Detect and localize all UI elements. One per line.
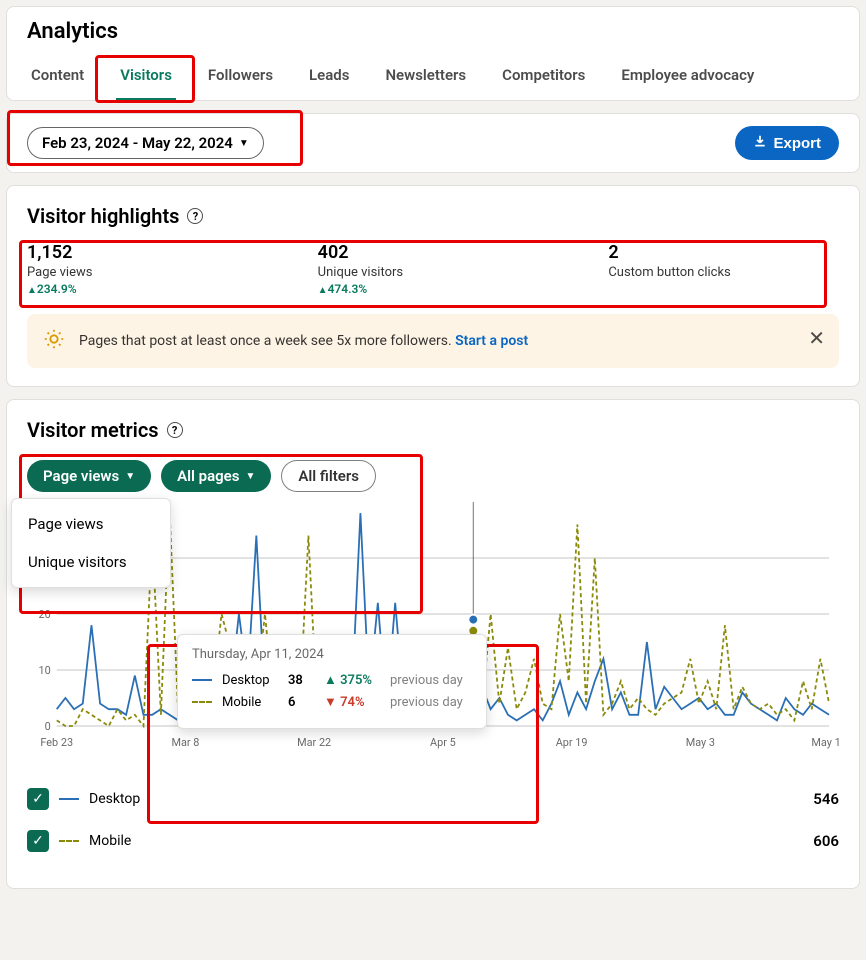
series-swatch-dashed [59, 840, 79, 842]
legend-checkbox-desktop[interactable]: ✓ [27, 788, 49, 810]
tab-followers[interactable]: Followers [204, 58, 277, 100]
analytics-header: Analytics Content Visitors Followers Lea… [6, 6, 860, 101]
legend-label: Desktop [89, 791, 140, 807]
svg-text:May 17: May 17 [811, 736, 839, 749]
lightbulb-icon [43, 328, 65, 354]
export-button[interactable]: Export [735, 126, 839, 160]
section-title: Visitor metrics ? [7, 400, 859, 450]
tab-employee-advocacy[interactable]: Employee advocacy [617, 58, 758, 100]
tab-leads[interactable]: Leads [305, 58, 353, 100]
tooltip-series: Desktop [222, 673, 282, 688]
notice-text: Pages that post at least once a week see… [79, 333, 528, 349]
visitor-highlights-card: Visitor highlights ? 1,152 Page views ▲2… [6, 185, 860, 387]
section-title-text: Visitor metrics [27, 418, 159, 442]
tooltip-row-desktop: Desktop 38 ▲ 375% previous day [192, 672, 472, 688]
page-title: Analytics [27, 19, 839, 44]
tab-competitors[interactable]: Competitors [498, 58, 589, 100]
tooltip-delta: ▲ 375% [324, 672, 384, 688]
tooltip-date: Thursday, Apr 11, 2024 [192, 647, 472, 662]
toolbar: Feb 23, 2024 - May 22, 2024 ▼ Export [6, 113, 860, 173]
svg-text:Feb 23: Feb 23 [40, 736, 73, 749]
download-icon [753, 134, 767, 152]
section-title: Visitor highlights ? [7, 186, 859, 236]
tooltip-value: 6 [288, 695, 318, 710]
series-swatch-solid [192, 679, 212, 681]
tab-newsletters[interactable]: Newsletters [381, 58, 470, 100]
tooltip-delta: ▼ 74% [324, 694, 384, 710]
svg-text:May 3: May 3 [686, 736, 715, 749]
help-icon[interactable]: ? [167, 422, 183, 438]
up-arrow-icon: ▲ [324, 673, 340, 688]
tooltip-row-mobile: Mobile 6 ▼ 74% previous day [192, 694, 472, 710]
down-arrow-icon: ▼ [324, 695, 340, 710]
metric-dropdown-popover: Page views Unique visitors [11, 498, 171, 588]
svg-text:10: 10 [39, 664, 51, 677]
legend-total: 606 [813, 832, 839, 850]
chart-tooltip: Thursday, Apr 11, 2024 Desktop 38 ▲ 375%… [177, 634, 487, 729]
notice-banner: Pages that post at least once a week see… [27, 314, 839, 368]
export-label: Export [773, 135, 821, 152]
legend-checkbox-mobile[interactable]: ✓ [27, 830, 49, 852]
annotation-box [95, 55, 195, 103]
legend-label: Mobile [89, 833, 131, 849]
tab-content[interactable]: Content [27, 58, 88, 100]
series-swatch-dashed [192, 701, 212, 703]
annotation-box [19, 240, 827, 308]
tooltip-value: 38 [288, 673, 318, 688]
svg-text:0: 0 [45, 720, 51, 733]
tooltip-series: Mobile [222, 695, 282, 710]
legend-row-mobile: ✓ Mobile 606 [27, 820, 839, 862]
help-icon[interactable]: ? [187, 208, 203, 224]
dropdown-option-page-views[interactable]: Page views [12, 505, 170, 543]
start-post-link[interactable]: Start a post [455, 333, 528, 349]
series-swatch-solid [59, 798, 79, 800]
tooltip-suffix: previous day [390, 673, 472, 688]
visitor-metrics-card: Visitor metrics ? Page views ▼ All pages… [6, 399, 860, 889]
annotation-box [7, 110, 303, 166]
legend-total: 546 [813, 790, 839, 808]
svg-text:Apr 19: Apr 19 [556, 736, 588, 749]
dropdown-option-unique-visitors[interactable]: Unique visitors [12, 543, 170, 581]
close-icon[interactable]: ✕ [808, 326, 825, 350]
tooltip-suffix: previous day [390, 695, 472, 710]
section-title-text: Visitor highlights [27, 204, 179, 228]
